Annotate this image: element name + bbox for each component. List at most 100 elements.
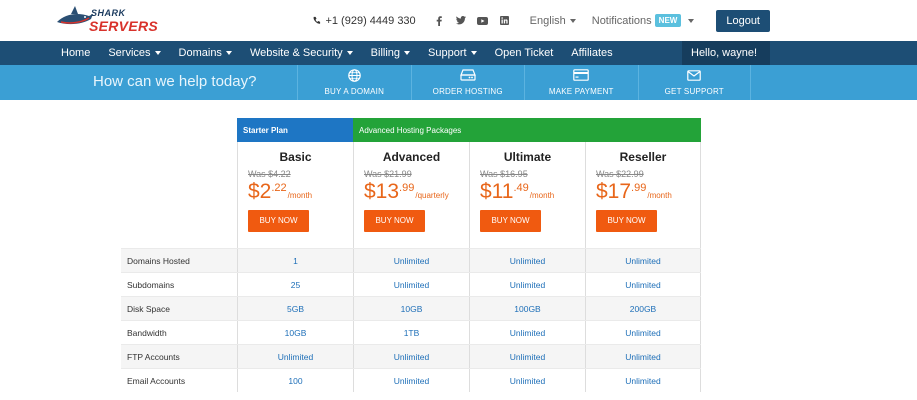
main-nav: Home Services Domains Website & Security… [0,41,917,80]
buy-domain-button[interactable]: BUY A DOMAIN [297,65,411,100]
facebook-icon[interactable] [428,13,450,29]
plan-name: Reseller [619,150,667,164]
feature-label: Disk Space [127,304,170,314]
nav-domains-label: Domains [178,47,222,59]
nav-services[interactable]: Services [99,41,169,65]
price-dollars: $11 [480,180,514,203]
make-payment-label: MAKE PAYMENT [548,87,614,96]
feature-value: 5GB [237,297,353,320]
language-label: English [529,14,566,27]
buy-now-button[interactable]: BUY NOW [364,210,425,232]
order-hosting-label: ORDER HOSTING [432,87,503,96]
notifications-label: Notifications [591,14,652,27]
price-dollars: $17 [596,180,632,203]
brand-line-1: SHARK [91,8,126,18]
nav-website-security-label: Website & Security [249,47,343,59]
get-support-button[interactable]: GET SUPPORT [637,65,751,100]
chevron-down-icon [225,51,232,56]
table-row: Domains Hosted 1 Unlimited Unlimited Unl… [121,248,701,272]
price-cents: .49 [513,182,529,194]
plan-price: $17.99/month [596,180,700,204]
notifications-menu[interactable]: Notifications NEW [592,14,695,27]
nav-support[interactable]: Support [419,41,486,65]
credit-card-icon [573,69,590,81]
pricing-section: Starter Plan Advanced Hosting Packages B… [0,100,917,400]
make-payment-button[interactable]: MAKE PAYMENT [524,65,638,100]
feature-value: Unlimited [469,321,585,344]
get-support-label: GET SUPPORT [664,87,724,96]
plan-old-price: Was $21.99 [364,169,412,179]
price-cents: .99 [399,182,415,194]
brand-logo[interactable]: SHARK SERVERS [55,4,159,36]
language-selector[interactable]: English [530,15,576,27]
feature-table: Domains Hosted 1 Unlimited Unlimited Unl… [121,248,701,392]
top-bar: SHARK SERVERS +1 (929) 4449 330 English … [0,0,917,41]
plan-cards: Basic Was $4.22 $2.22/month BUY NOW Adva… [237,142,701,248]
youtube-icon[interactable] [472,13,494,29]
feature-value: Unlimited [353,369,469,392]
buy-now-button[interactable]: BUY NOW [248,210,309,232]
feature-value: Unlimited [585,369,701,392]
chevron-down-icon [569,18,576,23]
nav-billing-label: Billing [370,47,401,59]
social-links [428,13,516,29]
price-term: /month [647,191,672,200]
logout-button[interactable]: Logout [716,9,770,32]
table-row: Bandwidth 10GB 1TB Unlimited Unlimited [121,320,701,344]
plan-price: $13.99/quarterly [364,180,469,204]
feature-value: Unlimited [585,249,701,272]
nav-affiliates[interactable]: Affiliates [562,41,621,65]
order-hosting-button[interactable]: ORDER HOSTING [410,65,525,100]
nav-domains[interactable]: Domains [170,41,241,65]
feature-value: Unlimited [585,273,701,296]
linkedin-icon[interactable] [494,13,516,29]
table-row: Disk Space 5GB 10GB 100GB 200GB [121,296,701,320]
feature-label: Subdomains [127,280,175,290]
plan-price: $2.22/month [248,180,353,204]
feature-value: 10GB [237,321,353,344]
feature-value: 1 [237,249,353,272]
nav-support-label: Support [428,47,467,59]
feature-label: Bandwidth [127,328,167,338]
plan-price: $11.49/month [480,180,585,204]
feature-value: Unlimited [585,345,701,368]
price-cents: .22 [271,182,287,194]
buy-domain-label: BUY A DOMAIN [324,87,385,96]
new-badge: NEW [654,14,682,27]
nav-services-label: Services [108,47,151,59]
plan-reseller: Reseller Was $22.99 $17.99/month BUY NOW [585,142,701,248]
buy-now-button[interactable]: BUY NOW [596,210,657,232]
feature-value: 10GB [353,297,469,320]
globe-icon [347,68,361,82]
nav-billing[interactable]: Billing [362,41,419,65]
plan-old-price: Was $22.99 [596,169,644,179]
feature-value: Unlimited [469,345,585,368]
user-menu[interactable]: Hello, wayne! [682,41,770,80]
nav-home[interactable]: Home [52,41,99,65]
server-icon [459,69,476,81]
feature-value: 100 [237,369,353,392]
brand-line-2: SERVERS [89,18,159,34]
phone-number: +1 (929) 4449 330 [325,14,416,27]
table-row: Subdomains 25 Unlimited Unlimited Unlimi… [121,272,701,296]
plan-advanced: Advanced Was $21.99 $13.99/quarterly BUY… [353,142,469,248]
phone-link[interactable]: +1 (929) 4449 330 [312,14,416,27]
price-dollars: $13 [364,180,400,203]
price-term: /quarterly [415,191,449,200]
chevron-down-icon [346,51,353,56]
feature-value: 1TB [353,321,469,344]
feature-value: Unlimited [353,345,469,368]
feature-value: Unlimited [469,249,585,272]
feature-value: Unlimited [353,273,469,296]
feature-value: Unlimited [469,273,585,296]
price-term: /month [529,191,555,200]
nav-website-security[interactable]: Website & Security [241,41,362,65]
buy-now-button[interactable]: BUY NOW [480,210,541,232]
feature-label: Domains Hosted [127,256,190,266]
nav-open-ticket[interactable]: Open Ticket [486,41,563,65]
help-bar: How can we help today? BUY A DOMAIN ORDE… [0,65,917,100]
phone-icon [314,16,321,24]
twitter-icon[interactable] [450,13,472,29]
feature-value: Unlimited [469,369,585,392]
feature-value: 200GB [585,297,701,320]
